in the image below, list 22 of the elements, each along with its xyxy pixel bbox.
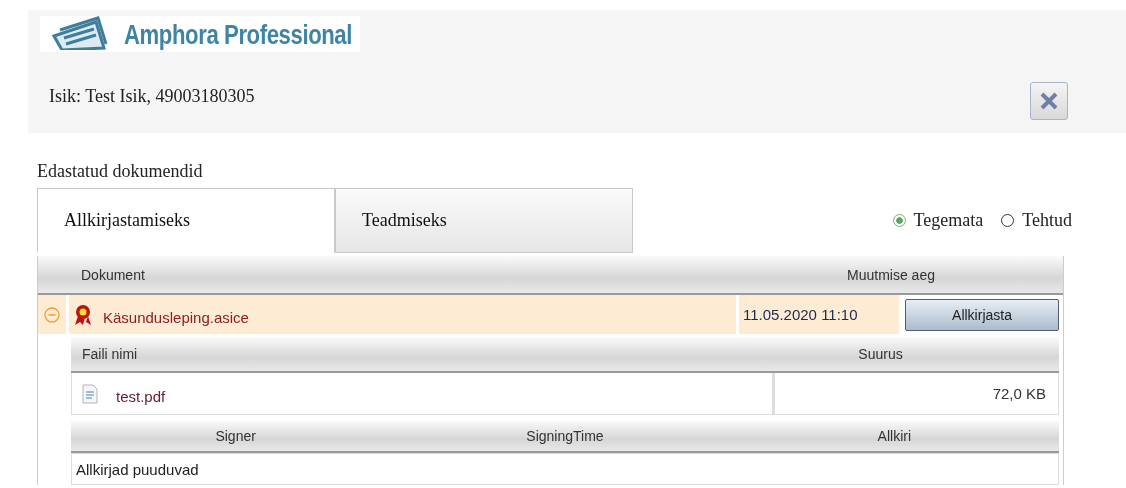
tab[interactable]: Teadmiseks (335, 188, 633, 253)
file-icon (82, 383, 98, 404)
person-info: Isik: Test Isik, 49003180305 (49, 85, 255, 107)
column-header[interactable]: Signer (71, 428, 401, 444)
empty-message: Allkirjad puuduvad (76, 460, 199, 478)
radio-label[interactable]: Tegemata (913, 210, 984, 231)
seal-icon (73, 303, 93, 326)
table-cell: 11.05.2020 11:10 (739, 295, 899, 334)
close-icon (1038, 90, 1060, 112)
close-button[interactable] (1030, 82, 1068, 120)
logo-text: Amphora Professional (124, 20, 352, 50)
tab[interactable]: Allkirjastamiseks (37, 188, 335, 253)
document-name[interactable]: Käsundusleping.asice (103, 309, 249, 326)
section-title: Edastatud dokumendid (37, 161, 204, 181)
sign-button[interactable]: Allkirjasta (905, 298, 1059, 331)
radio-button[interactable] (892, 214, 906, 227)
column-header[interactable]: SigningTime (400, 428, 730, 444)
column-header[interactable]: Allkiri (729, 428, 1059, 444)
file-name[interactable]: test.pdf (116, 388, 166, 405)
table-cell-text: 72,0 KB (991, 384, 1047, 404)
collapse-icon[interactable] (44, 306, 60, 323)
radio-label[interactable]: Tehtud (1022, 210, 1072, 231)
